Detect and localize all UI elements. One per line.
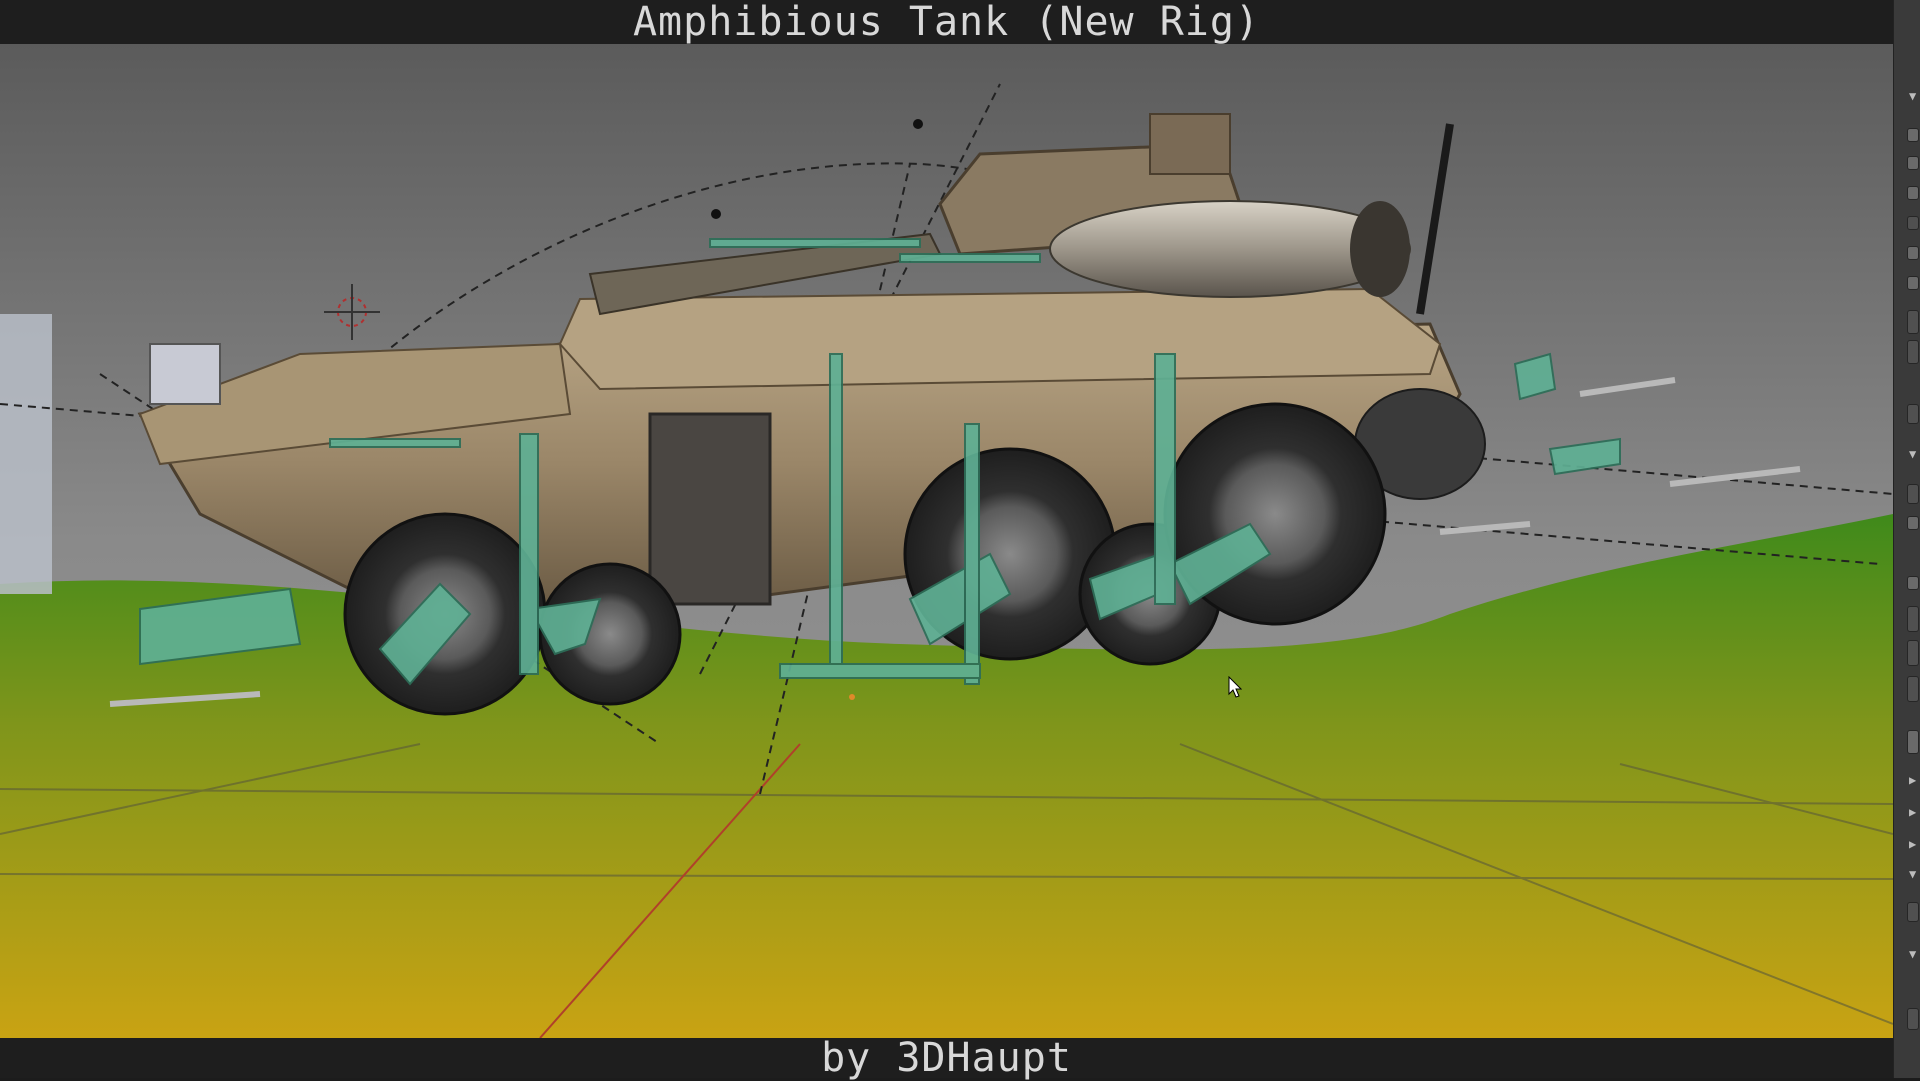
- window-title: Amphibious Tank (New Rig): [0, 0, 1893, 44]
- panel-field[interactable]: [1907, 310, 1919, 334]
- 3d-viewport[interactable]: [0, 44, 1893, 1038]
- triangle-right-icon[interactable]: ▶: [1909, 774, 1916, 786]
- panel-field[interactable]: [1907, 902, 1919, 922]
- panel-field[interactable]: [1907, 730, 1919, 754]
- panel-checkbox[interactable]: [1907, 576, 1919, 590]
- panel-checkbox[interactable]: [1907, 216, 1919, 230]
- panel-checkbox[interactable]: [1907, 246, 1919, 260]
- triangle-down-icon[interactable]: ▼: [1909, 90, 1916, 102]
- origin-dot: [849, 694, 855, 700]
- panel-field[interactable]: [1907, 676, 1919, 702]
- panel-checkbox[interactable]: [1907, 128, 1919, 142]
- triangle-right-icon[interactable]: ▶: [1909, 806, 1916, 818]
- panel-field[interactable]: [1907, 404, 1919, 424]
- viewport-scene: [0, 44, 1893, 1038]
- triangle-down-icon[interactable]: ▼: [1909, 448, 1916, 460]
- panel-field[interactable]: [1907, 340, 1919, 364]
- pivot-node: [711, 209, 721, 219]
- tank-turret-top: [1149, 113, 1231, 175]
- tank-cylinder-cap: [1350, 201, 1410, 297]
- tank-rear-box: [149, 343, 221, 405]
- wall-block: [0, 314, 52, 594]
- panel-checkbox[interactable]: [1907, 276, 1919, 290]
- pivot-node: [913, 119, 923, 129]
- triangle-down-icon[interactable]: ▼: [1909, 948, 1916, 960]
- video-credit: by 3DHaupt: [0, 1038, 1893, 1078]
- mouse-pointer-icon: [1228, 676, 1242, 698]
- panel-field[interactable]: [1907, 484, 1919, 504]
- panel-field[interactable]: [1907, 1008, 1919, 1030]
- panel-checkbox[interactable]: [1907, 516, 1919, 530]
- triangle-right-icon[interactable]: ▶: [1909, 838, 1916, 850]
- properties-panel-strip[interactable]: ▼ ▼ ▶ ▶ ▶ ▼ ▼: [1893, 0, 1920, 1078]
- panel-field[interactable]: [1907, 640, 1919, 666]
- panel-field[interactable]: [1907, 606, 1919, 632]
- panel-checkbox[interactable]: [1907, 186, 1919, 200]
- triangle-down-icon[interactable]: ▼: [1909, 868, 1916, 880]
- tank-side-door: [648, 412, 772, 606]
- tank-upper-deck: [558, 287, 1442, 391]
- panel-checkbox[interactable]: [1907, 156, 1919, 170]
